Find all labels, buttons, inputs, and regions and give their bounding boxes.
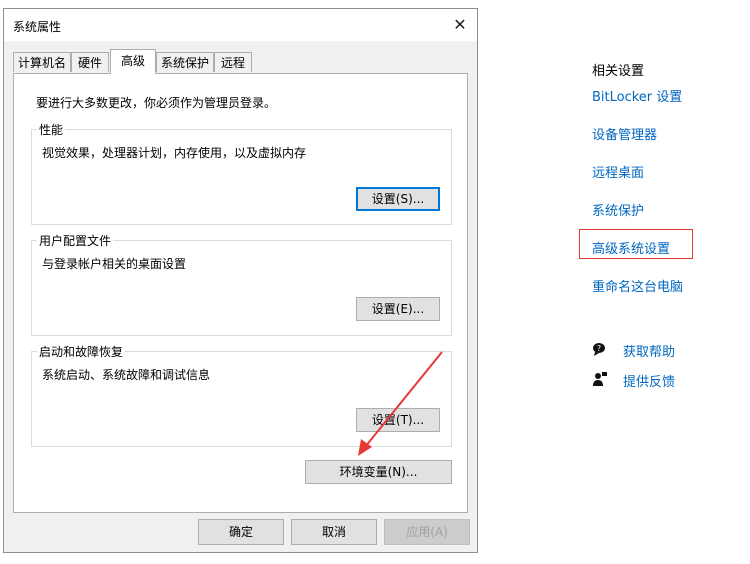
link-rename-pc[interactable]: 重命名这台电脑: [592, 276, 683, 295]
performance-description: 视觉效果，处理器计划，内存使用，以及虚拟内存: [42, 146, 307, 160]
user-profiles-group: 用户配置文件 与登录帐户相关的桌面设置 设置(E)...: [31, 232, 452, 336]
admin-notice: 要进行大多数更改，你必须作为管理员登录。: [36, 96, 277, 110]
environment-variables-button[interactable]: 环境变量(N)...: [305, 460, 452, 484]
related-settings-heading: 相关设置: [592, 64, 645, 79]
link-remote-desktop[interactable]: 远程桌面: [592, 162, 644, 181]
startup-recovery-description: 系统启动、系统故障和调试信息: [42, 368, 211, 382]
feedback-person-icon: [593, 372, 607, 386]
tab-advanced[interactable]: 高级: [110, 49, 156, 74]
user-profiles-settings-button[interactable]: 设置(E)...: [356, 297, 440, 321]
performance-group: 性能 视觉效果，处理器计划，内存使用，以及虚拟内存 设置(S)...: [31, 121, 452, 225]
advanced-tab-panel: 要进行大多数更改，你必须作为管理员登录。 性能 视觉效果，处理器计划，内存使用，…: [13, 73, 468, 513]
user-profiles-description: 与登录帐户相关的桌面设置: [42, 257, 187, 271]
startup-recovery-settings-button[interactable]: 设置(T)...: [356, 408, 440, 432]
cancel-button[interactable]: 取消: [291, 519, 377, 545]
tab-computer-name[interactable]: 计算机名: [13, 52, 71, 72]
feedback-label: 提供反馈: [623, 375, 676, 390]
performance-legend: 性能: [37, 121, 66, 138]
link-device-manager[interactable]: 设备管理器: [592, 124, 657, 143]
tab-system-protection[interactable]: 系统保护: [156, 52, 214, 72]
system-properties-dialog: 系统属性 ✕ 计算机名 硬件 高级 系统保护 远程 要进行大多数更改，你必须作为…: [3, 8, 478, 553]
advanced-settings-highlight: [579, 229, 693, 259]
svg-text:?: ?: [597, 344, 601, 353]
startup-recovery-group: 启动和故障恢复 系统启动、系统故障和调试信息 设置(T)...: [31, 343, 452, 447]
dialog-title: 系统属性: [13, 20, 62, 34]
help-chat-icon: ?: [593, 343, 605, 356]
tab-remote[interactable]: 远程: [214, 52, 252, 72]
user-profiles-legend: 用户配置文件: [37, 232, 114, 249]
ok-button[interactable]: 确定: [198, 519, 284, 545]
link-bitlocker-settings[interactable]: BitLocker 设置: [592, 86, 682, 105]
get-help-label: 获取帮助: [623, 345, 676, 360]
dialog-titlebar: 系统属性 ✕: [4, 9, 477, 41]
performance-settings-button[interactable]: 设置(S)...: [356, 187, 440, 211]
startup-recovery-legend: 启动和故障恢复: [37, 343, 126, 360]
link-system-protection[interactable]: 系统保护: [592, 200, 644, 219]
apply-button[interactable]: 应用(A): [384, 519, 470, 545]
close-icon[interactable]: ✕: [447, 13, 473, 37]
tab-hardware[interactable]: 硬件: [71, 52, 109, 72]
